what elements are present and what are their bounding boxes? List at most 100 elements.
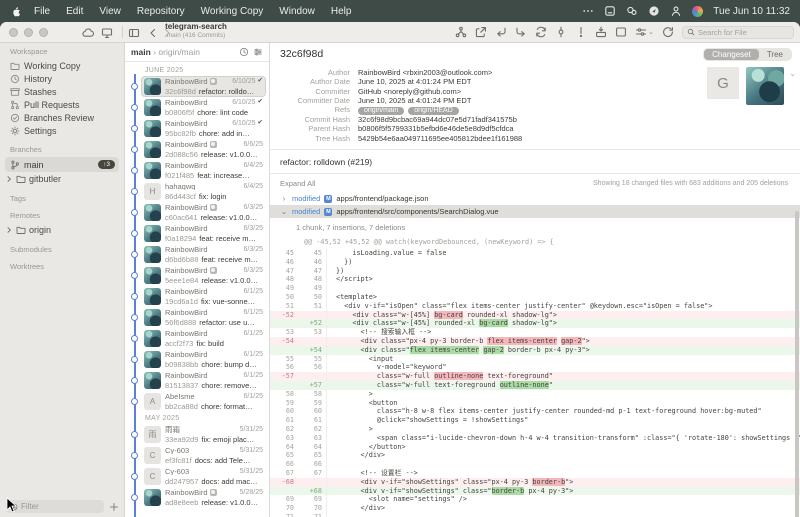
view-option-changeset[interactable]: Changeset: [704, 48, 759, 60]
commit-row[interactable]: RainbowBird 6/6/25 2d088c56 release: v1.0.0…: [131, 139, 266, 160]
sidebar-item-working-copy[interactable]: Working Copy: [0, 59, 124, 72]
menubar-more-icon[interactable]: [582, 5, 594, 17]
sidebar-item-pull-requests[interactable]: Pull Requests: [0, 98, 124, 111]
commit-row[interactable]: 雨雨霜 5/31/25 33ea92d9 fix: emoji plac…: [131, 424, 266, 445]
branch-main-label: main: [24, 159, 44, 170]
refresh-icon[interactable]: [662, 26, 674, 38]
commit-graph-node: [131, 376, 138, 384]
open-in-app-icon[interactable]: [101, 27, 113, 39]
old-line-number: 58: [285, 389, 294, 398]
commit-row[interactable]: RainbowBird 6/1/25 19cd6a1d fix: vue-sonne…: [131, 286, 266, 307]
commit-row[interactable]: RainbowBird 6/1/25 b09838bb chore: bump d…: [131, 349, 266, 370]
expand-all-button[interactable]: Expand All: [280, 179, 315, 188]
toolbar-warn-icon[interactable]: [575, 26, 587, 38]
sidebar-remote-origin[interactable]: origin: [0, 223, 124, 237]
sidebar-item-settings[interactable]: Settings: [0, 124, 124, 137]
pinwheel-icon[interactable]: [692, 5, 704, 17]
commit-row[interactable]: RainbowBird 6/3/25 5eee1e84 release: v1.0.0…: [131, 265, 266, 286]
toolbar-fetch-icon[interactable]: [535, 26, 547, 38]
menubar-grid-icon[interactable]: [604, 5, 616, 17]
commit-author-name: RainbowBird: [165, 161, 208, 169]
menubar-circles-icon[interactable]: [626, 5, 638, 17]
menubar-shield-icon[interactable]: [648, 5, 660, 17]
diff-scrollbar[interactable]: [795, 211, 799, 517]
commit-message-preview: feat: receive m…: [201, 256, 259, 264]
detail-collapse-chevron-icon[interactable]: ⌄: [789, 69, 796, 78]
commit-short-hash: c60ac641: [165, 213, 198, 222]
menu-item-file[interactable]: File: [26, 6, 58, 17]
commit-row[interactable]: RainbowBird 6/1/25 accf2f73 fix: build: [131, 328, 266, 349]
commit-row[interactable]: RainbowBird 6/1/25 56f6d888 refactor: use u…: [131, 307, 266, 328]
toolbar-share-icon[interactable]: [475, 26, 487, 38]
sidebar-item-history[interactable]: History: [0, 72, 124, 85]
sidebar-item-branches-review[interactable]: Branches Review: [0, 111, 124, 124]
menu-item-help[interactable]: Help: [323, 6, 360, 17]
commit-row[interactable]: RainbowBird 6/3/25 c60ac641 release: v1.0.0…: [131, 202, 266, 223]
new-line-number: 64: [313, 442, 322, 451]
sidebar-submodules-header: Submodules: [10, 245, 52, 254]
commit-row[interactable]: C Cy-603 5/31/25 dd247957 docs: add mac…: [131, 466, 266, 487]
commit-row[interactable]: RainbowBird 6/3/25 d6bd6b88 feat: receive m…: [131, 244, 266, 265]
sidebar-filter-input[interactable]: Filter: [6, 500, 104, 513]
commit-author-name: RainbowBird: [165, 224, 208, 232]
commit-row[interactable]: RainbowBird 6/3/25 f0a18294 feat: receive m…: [131, 223, 266, 244]
menu-item-repository[interactable]: Repository: [129, 6, 193, 17]
commit-author-name: RainbowBird: [165, 308, 208, 316]
sidebar-remotes-header: Remotes: [10, 211, 41, 220]
commit-row[interactable]: RainbowBird 6/1/25 81513837 chore: remove…: [131, 370, 266, 391]
sidebar-branch-main[interactable]: main ↑3: [5, 157, 119, 172]
sidebar-branch-folder-gitbutler[interactable]: gitbutler: [0, 172, 124, 186]
cloud-sync-icon[interactable]: [82, 27, 94, 39]
toolbar-box-icon[interactable]: [615, 26, 627, 38]
menubar-user-icon[interactable]: [670, 5, 682, 17]
menubar-clock[interactable]: Tue Jun 10 11:32: [713, 6, 790, 17]
metadata-label: Committer: [315, 86, 350, 96]
list-filter-icon[interactable]: [253, 47, 263, 57]
diff-code: <button: [326, 398, 800, 408]
head-dropdown[interactable]: ⌄: [635, 26, 654, 38]
toolbar-stash-icon[interactable]: [595, 26, 607, 38]
sidebar-item-label: Branches Review: [24, 112, 95, 123]
add-repository-button[interactable]: [109, 502, 119, 512]
view-option-tree[interactable]: Tree: [759, 49, 791, 60]
commit-row[interactable]: RainbowBird 6/4/25 f021f485 feat: increase…: [131, 160, 266, 181]
file-search-input[interactable]: Search for File: [682, 25, 794, 39]
window-controls[interactable]: [9, 28, 48, 37]
new-line-number: 45: [313, 249, 322, 258]
commit-date: 6/1/25: [243, 350, 263, 358]
toolbar-push-icon[interactable]: [515, 26, 527, 38]
toolbar-commit-icon[interactable]: [555, 26, 567, 38]
toggle-sidebar-icon[interactable]: [128, 27, 140, 39]
branch-breadcrumb[interactable]: main › origin/main: [131, 47, 235, 57]
sidebar-workspace-header: Workspace: [10, 47, 48, 56]
chevron-right-icon[interactable]: ›: [280, 195, 288, 203]
commit-author-name: RainbowBird: [165, 350, 208, 358]
menu-item-edit[interactable]: Edit: [58, 6, 91, 17]
commit-row[interactable]: C Cy-603 5/31/25 ef3fc81f docs: add Tele…: [131, 445, 266, 466]
history-clock-icon[interactable]: [239, 47, 249, 57]
commit-row[interactable]: RainbowBird 6/10/25 ✔ 95bc82fb chore: add in…: [131, 118, 266, 139]
toolbar-network-icon[interactable]: [455, 26, 467, 38]
commit-author-avatar: [144, 330, 161, 347]
menu-item-view[interactable]: View: [91, 6, 129, 17]
apple-icon[interactable]: [10, 5, 22, 17]
commit-graph-node: [131, 472, 138, 480]
sidebar-item-stashes[interactable]: Stashes: [0, 85, 124, 98]
zoom-window-button[interactable]: [39, 28, 48, 37]
diff-code: </div>: [326, 451, 800, 461]
toolbar-pull-icon[interactable]: [495, 26, 507, 38]
commit-row[interactable]: RainbowBird 6/10/25 ✔ b0806f5f chore: lint c…: [131, 97, 266, 118]
commit-row[interactable]: Hhahaqwq 6/4/25 86d443cf fix: login: [131, 181, 266, 202]
menu-item-working-copy[interactable]: Working Copy: [193, 6, 272, 17]
changed-file-row[interactable]: › modified Mapps/frontend/package.json: [270, 192, 800, 205]
changed-file-row[interactable]: ⌄ modified Mapps/frontend/src/components/S…: [270, 205, 800, 219]
commit-author-avatar: [144, 120, 161, 137]
menu-item-window[interactable]: Window: [271, 6, 323, 17]
commit-row[interactable]: RainbowBird 5/28/25 ad8e8eeb release: v1.0.…: [131, 487, 266, 508]
metadata-label: Author: [327, 68, 350, 77]
minimize-window-button[interactable]: [24, 28, 33, 37]
close-window-button[interactable]: [9, 28, 18, 37]
chevron-down-icon[interactable]: ⌄: [280, 208, 288, 216]
commit-row[interactable]: RainbowBird 6/10/25 ✔ 32c6f98d refactor: rol…: [131, 76, 266, 97]
commit-row[interactable]: A AbeIsme 6/1/25 bb2ca88d chore: format…: [131, 391, 266, 412]
